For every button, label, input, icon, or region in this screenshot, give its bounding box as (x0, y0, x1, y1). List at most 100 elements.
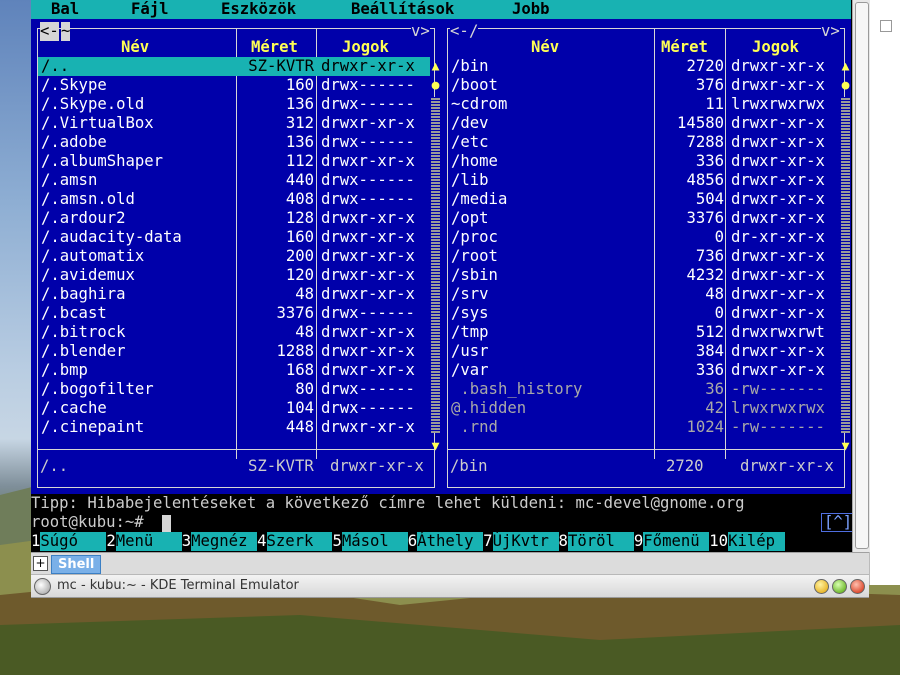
tab-shell[interactable]: Shell (51, 555, 102, 574)
terminal-app-icon[interactable] (34, 578, 51, 595)
checkbox[interactable] (880, 20, 892, 32)
file-permissions: drwx------ (321, 304, 415, 322)
fkey-3-button[interactable]: Megnéz (191, 532, 258, 551)
maximize-button[interactable] (832, 579, 847, 594)
file-row[interactable]: /.bcast 3376 drwx------ (38, 304, 430, 323)
file-permissions: drwxr-xr-x (731, 190, 825, 208)
fkey-8-button[interactable]: Töröl (567, 532, 634, 551)
terminal-scrollbar[interactable] (852, 0, 870, 552)
fkey-6-button[interactable]: Áthely (417, 532, 484, 551)
close-button[interactable] (850, 579, 865, 594)
file-row[interactable]: /proc 0 dr-xr-xr-x (448, 228, 840, 247)
file-row[interactable]: /var 336 drwxr-xr-x (448, 361, 840, 380)
file-row[interactable]: /.automatix 200 drwxr-xr-x (38, 247, 430, 266)
terminal-area[interactable]: Bal Fájl Eszközök Beállítások Jobb <- ~ … (31, 0, 869, 552)
file-size: 136 (285, 133, 314, 151)
left-header-name[interactable]: Név (121, 38, 149, 57)
file-row[interactable]: /bin 2720 drwxr-xr-x (448, 57, 840, 76)
right-header-perm[interactable]: Jogok (752, 38, 799, 57)
fkey-7-button[interactable]: ÚjKvtr (492, 532, 559, 551)
scrollbar-thumb[interactable] (855, 2, 869, 549)
file-row[interactable]: /.audacity-data 160 drwxr-xr-x (38, 228, 430, 247)
file-row[interactable]: /tmp 512 drwxrwxrwt (448, 323, 840, 342)
right-status-perm: drwxr-xr-x (740, 457, 834, 475)
fkey-1-button[interactable]: Súgó (40, 532, 107, 551)
right-header-size[interactable]: Méret (661, 38, 708, 57)
scroll-down-icon[interactable]: ▼ (840, 437, 851, 456)
right-status-name: /bin (450, 457, 488, 475)
file-row[interactable]: /.Skype 160 drwx------ (38, 76, 430, 95)
fkey-10-button[interactable]: Kilép (728, 532, 785, 551)
file-row[interactable]: /.ardour2 128 drwxr-xr-x (38, 209, 430, 228)
fkey-5-button[interactable]: Másol (341, 532, 408, 551)
new-tab-button[interactable]: + (33, 556, 48, 571)
file-size: 104 (285, 399, 314, 417)
file-row[interactable]: /media 504 drwxr-xr-x (448, 190, 840, 209)
file-size: 384 (695, 342, 724, 360)
fkey-number: 5 (332, 532, 342, 550)
file-row[interactable]: /dev 14580 drwxr-xr-x (448, 114, 840, 133)
file-row[interactable]: /sbin 4232 drwxr-xr-x (448, 266, 840, 285)
menu-file[interactable]: Fájl (131, 0, 169, 19)
menu-tools[interactable]: Eszközök (221, 0, 296, 19)
file-row[interactable]: /.bmp 168 drwxr-xr-x (38, 361, 430, 380)
right-status-size: 2720 (666, 457, 704, 475)
fkey-number: 9 (633, 532, 644, 550)
scroll-thumb-icon[interactable]: ● (430, 76, 441, 95)
right-header-name[interactable]: Név (531, 38, 559, 57)
fkey-9-button[interactable]: Főmenü (643, 532, 710, 551)
left-panel-history-button[interactable]: <- (40, 22, 59, 41)
file-row[interactable]: /.albumShaper 112 drwxr-xr-x (38, 152, 430, 171)
file-row[interactable]: /root 736 drwxr-xr-x (448, 247, 840, 266)
minimize-button[interactable] (814, 579, 829, 594)
file-row[interactable]: /.baghira 48 drwxr-xr-x (38, 285, 430, 304)
file-row[interactable]: .bash_history 36 -rw------- (448, 380, 840, 399)
file-row[interactable]: /opt 3376 drwxr-xr-x (448, 209, 840, 228)
menu-left[interactable]: Bal (51, 0, 79, 19)
scroll-thumb-icon[interactable]: ● (840, 76, 851, 95)
file-row[interactable]: /sys 0 drwxr-xr-x (448, 304, 840, 323)
file-row[interactable]: /usr 384 drwxr-xr-x (448, 342, 840, 361)
window-titlebar[interactable]: mc - kubu:~ - KDE Terminal Emulator (31, 574, 869, 598)
left-header-size[interactable]: Méret (251, 38, 298, 57)
file-row[interactable]: /.VirtualBox 312 drwxr-xr-x (38, 114, 430, 133)
left-panel[interactable]: <- ~ v> Név Méret Jogok /.. SZ-KVTR drwxr-… (31, 19, 441, 494)
file-row[interactable]: /lib 4856 drwxr-xr-x (448, 171, 840, 190)
menu-settings[interactable]: Beállítások (351, 0, 454, 19)
fkey-number: 6 (407, 532, 418, 550)
file-row[interactable]: /.adobe 136 drwx------ (38, 133, 430, 152)
file-row[interactable]: ~cdrom 11 lrwxrwxrwx (448, 95, 840, 114)
file-row[interactable]: /.blender 1288 drwxr-xr-x (38, 342, 430, 361)
menu-right[interactable]: Jobb (512, 0, 550, 19)
right-panel-history-button[interactable]: <- (450, 22, 469, 41)
file-size: 48 (295, 323, 314, 341)
file-row[interactable]: /boot 376 drwxr-xr-x (448, 76, 840, 95)
file-row[interactable]: /.. SZ-KVTR drwxr-xr-x (38, 57, 430, 76)
file-row[interactable]: /.bogofilter 80 drwx------ (38, 380, 430, 399)
file-row[interactable]: /.Skype.old 136 drwx------ (38, 95, 430, 114)
file-permissions: drwx------ (321, 133, 415, 151)
file-row[interactable]: /.bitrock 48 drwxr-xr-x (38, 323, 430, 342)
file-size: 120 (285, 266, 314, 284)
scroll-down-icon[interactable]: ▼ (430, 437, 441, 456)
fkey-4-button[interactable]: Szerk (266, 532, 333, 551)
file-row[interactable]: @.hidden 42 lrwxrwxrwx (448, 399, 840, 418)
file-row[interactable]: .rnd 1024 -rw------- (448, 418, 840, 437)
file-row[interactable]: /.amsn.old 408 drwx------ (38, 190, 430, 209)
right-panel-hotlist-button[interactable]: v> (821, 22, 840, 41)
left-header-perm[interactable]: Jogok (342, 38, 389, 57)
file-row[interactable]: /.amsn 440 drwx------ (38, 171, 430, 190)
scroll-up-icon[interactable]: ▲ (430, 57, 441, 76)
file-row[interactable]: /.cinepaint 448 drwxr-xr-x (38, 418, 430, 437)
fkey-2-button[interactable]: Menü (115, 532, 182, 551)
file-permissions: drwx------ (321, 76, 415, 94)
file-row[interactable]: /srv 48 drwxr-xr-x (448, 285, 840, 304)
file-row[interactable]: /.cache 104 drwx------ (38, 399, 430, 418)
right-panel[interactable]: <- / v> Név Méret Jogok /bin 2720 drwxr-xr… (441, 19, 851, 494)
left-panel-hotlist-button[interactable]: v> (411, 22, 430, 41)
shell-prompt[interactable]: root@kubu:~# (31, 513, 869, 532)
file-row[interactable]: /.avidemux 120 drwxr-xr-x (38, 266, 430, 285)
file-row[interactable]: /etc 7288 drwxr-xr-x (448, 133, 840, 152)
file-row[interactable]: /home 336 drwxr-xr-x (448, 152, 840, 171)
scroll-up-icon[interactable]: ▲ (840, 57, 851, 76)
